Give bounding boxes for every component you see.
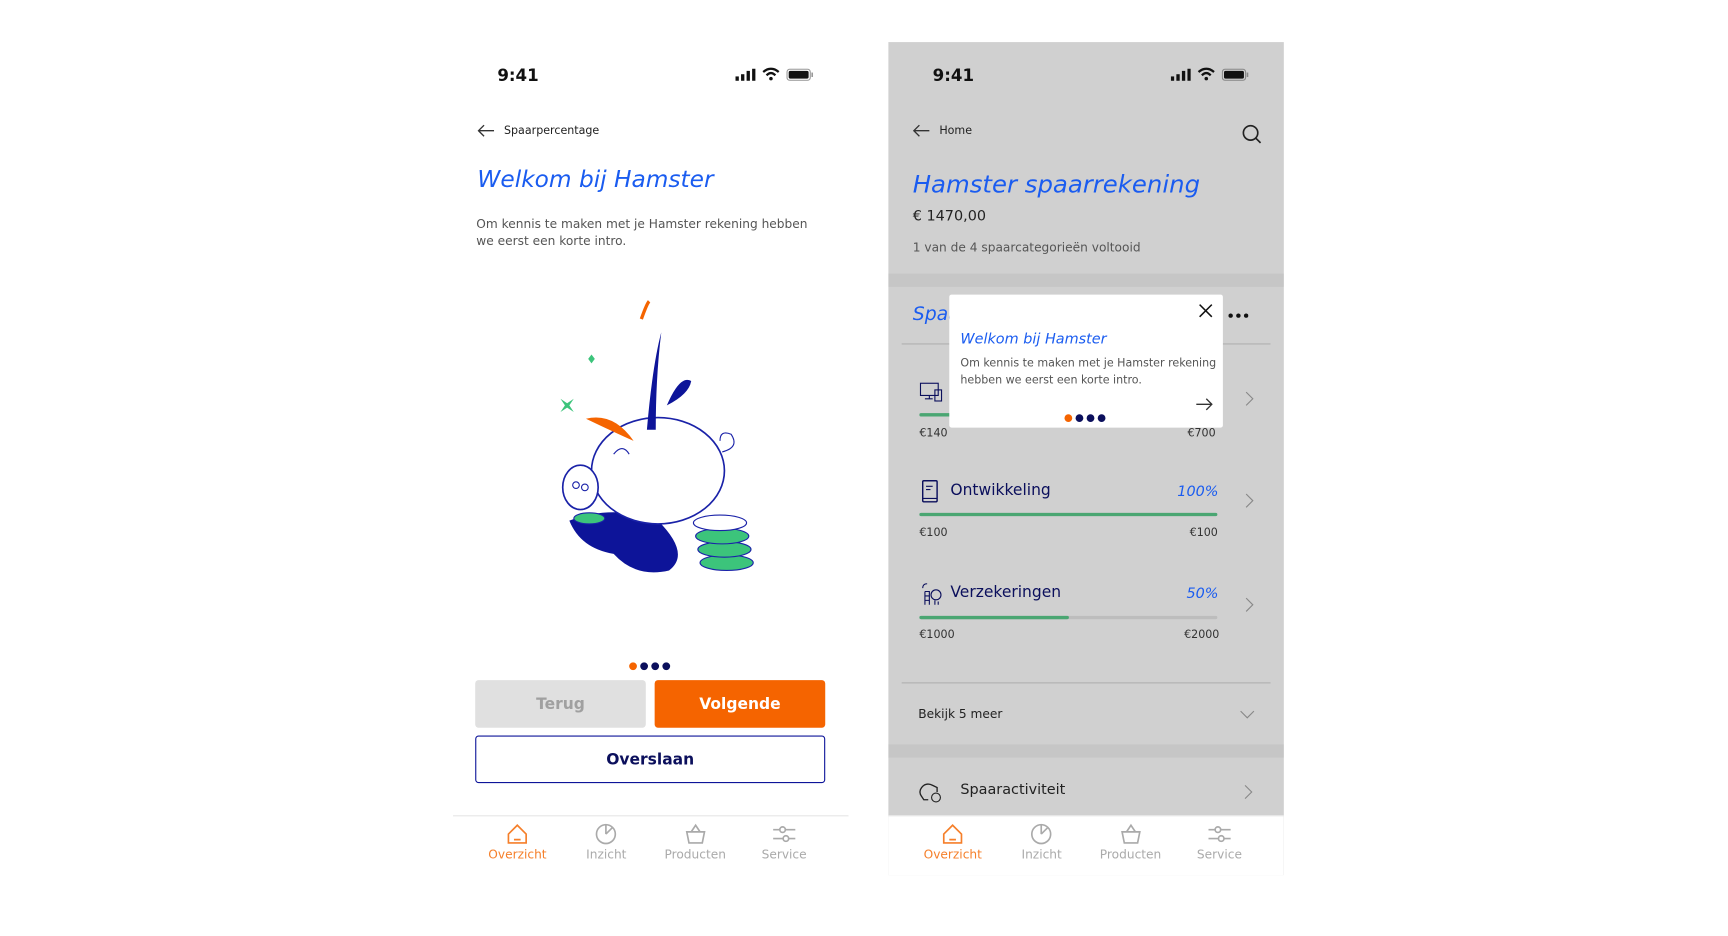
step-indicator: [629, 662, 671, 671]
battery-icon: [1221, 68, 1249, 81]
max-amount: €100: [1189, 527, 1218, 540]
arrow-left-icon: [912, 124, 930, 137]
nav-producten[interactable]: Producten: [1092, 816, 1170, 875]
status-icons: [1170, 67, 1249, 81]
step-dot: [651, 662, 660, 671]
min-amount: €100: [919, 527, 948, 540]
close-icon[interactable]: [1199, 304, 1213, 318]
arrow-right-icon[interactable]: [1195, 398, 1213, 411]
status-time: 9:41: [497, 65, 539, 86]
nav-label: Inzicht: [586, 847, 627, 862]
step-dot: [1064, 414, 1073, 423]
piggy-bank-illustration: [560, 300, 754, 573]
nav-label: Overzicht: [923, 847, 982, 862]
chevron-right-icon: [1245, 493, 1254, 508]
back-label: Home: [939, 124, 973, 137]
status-icons: [735, 67, 814, 81]
nav-service[interactable]: Service: [745, 816, 823, 875]
piggy-refresh-icon: [919, 783, 941, 803]
nav-label: Service: [761, 847, 807, 862]
basket-icon: [685, 823, 706, 844]
chevron-right-icon: [1245, 391, 1254, 406]
nav-service[interactable]: Service: [1181, 816, 1259, 875]
section-divider: [888, 273, 1284, 287]
activity-label: Spaaractiviteit: [960, 782, 1066, 799]
more-icon[interactable]: [1228, 313, 1249, 318]
step-dot: [1075, 414, 1084, 423]
bottom-nav: Overzicht Inzicht Producten Service: [453, 815, 849, 876]
section-divider: [888, 744, 1284, 758]
wifi-icon: [762, 67, 780, 81]
step-dot: [662, 662, 671, 671]
max-amount: €2000: [1184, 629, 1220, 642]
page-title: Welkom bij Hamster: [477, 166, 714, 193]
nav-inzicht[interactable]: Inzicht: [1003, 816, 1081, 875]
wifi-icon: [1197, 67, 1215, 81]
status-time: 9:41: [932, 65, 975, 86]
activity-row[interactable]: Spaaractiviteit: [888, 758, 1283, 816]
chevron-right-icon: [1245, 597, 1254, 612]
book-icon: [921, 480, 938, 503]
step-indicator: [1064, 414, 1106, 423]
devices-icon: [919, 382, 943, 402]
nav-label: Inzicht: [1021, 847, 1062, 862]
basket-icon: [1120, 823, 1141, 844]
home-icon: [507, 824, 528, 844]
nav-label: Producten: [1099, 847, 1162, 862]
signal-icon: [1170, 68, 1191, 81]
back-button[interactable]: Terug: [475, 680, 646, 728]
progress-bar: [919, 512, 1218, 517]
show-more-button[interactable]: Bekijk 5 meer: [888, 682, 1283, 744]
battery-icon: [786, 68, 814, 81]
nav-inzicht[interactable]: Inzicht: [568, 816, 646, 875]
step-dot: [1086, 414, 1095, 423]
step-dot: [640, 662, 648, 671]
progress-fill: [919, 615, 1069, 620]
page-title: Hamster spaarrekening: [912, 171, 1201, 200]
progress-bar: [919, 615, 1218, 620]
category-percent: 100%: [1177, 484, 1219, 501]
insurance-icon: [922, 583, 942, 605]
max-amount: €700: [1187, 427, 1216, 440]
step-dot: [629, 662, 637, 671]
nav-label: Overzicht: [488, 847, 547, 862]
back-link[interactable]: Spaarpercentage: [477, 124, 599, 137]
nav-overzicht[interactable]: Overzicht: [914, 816, 992, 875]
min-amount: €1000: [919, 629, 955, 642]
back-link[interactable]: Home: [912, 124, 973, 137]
category-name: Ontwikkeling: [950, 481, 1051, 500]
pie-chart-icon: [1031, 823, 1052, 845]
nav-label: Service: [1196, 847, 1242, 862]
category-name: Verzekeringen: [950, 583, 1062, 602]
chevron-down-icon: [1240, 710, 1255, 719]
balance: € 1470,00: [912, 208, 987, 225]
sliders-icon: [773, 826, 796, 843]
min-amount: €140: [919, 427, 948, 440]
sliders-icon: [1208, 826, 1231, 843]
intro-popup: Welkom bij Hamster Om kennis te maken me…: [949, 294, 1223, 428]
next-button[interactable]: Volgende: [654, 680, 826, 728]
pie-chart-icon: [596, 823, 617, 845]
home-icon: [943, 824, 963, 844]
step-dot: [1097, 414, 1106, 423]
search-icon[interactable]: [1242, 124, 1262, 144]
progress-fill: [919, 512, 1218, 517]
nav-label: Producten: [664, 847, 726, 862]
intro-text: Om kennis te maken met je Hamster rekeni…: [476, 217, 808, 249]
progress-text: 1 van de 4 spaarcategorieën voltooid: [912, 240, 1141, 255]
popup-body: Om kennis te maken met je Hamster rekeni…: [960, 357, 1217, 387]
onboarding-screen: 9:41 Spaarpercentage Welkom bij Hamster …: [453, 42, 849, 876]
back-label: Spaarpercentage: [503, 124, 600, 137]
arrow-left-icon: [477, 124, 495, 137]
nav-overzicht[interactable]: Overzicht: [479, 816, 557, 875]
category-percent: 50%: [1186, 585, 1219, 603]
account-screen: 9:41 Home Hamster spaarrekening € 1470,0…: [888, 42, 1284, 876]
show-more-label: Bekijk 5 meer: [918, 706, 1003, 722]
popup-title: Welkom bij Hamster: [960, 331, 1107, 348]
bottom-nav: Overzicht Inzicht Producten Service: [888, 815, 1284, 876]
nav-producten[interactable]: Producten: [656, 816, 734, 875]
chevron-right-icon: [1244, 784, 1253, 800]
signal-icon: [735, 68, 756, 81]
skip-button[interactable]: Overslaan: [475, 735, 826, 784]
